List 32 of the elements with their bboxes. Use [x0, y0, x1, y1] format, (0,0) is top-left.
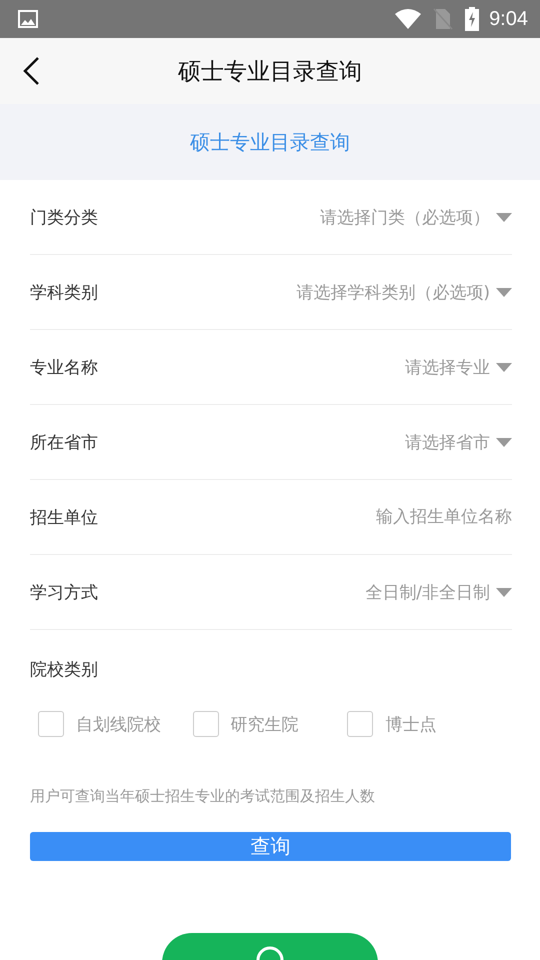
caret-icon	[496, 288, 512, 296]
no-sim-icon	[433, 8, 454, 30]
status-time: 9:04	[489, 8, 528, 30]
select-field[interactable]: 请选择门类（必选项）	[320, 206, 512, 228]
battery-icon	[465, 7, 480, 31]
checkbox-label: 自划线院校	[76, 714, 161, 736]
select-field[interactable]: 全日制/非全日制	[365, 580, 512, 604]
caret-icon	[496, 362, 512, 372]
caret-icon	[496, 212, 512, 222]
wifi-icon	[395, 9, 422, 29]
caret-icon	[496, 588, 512, 596]
checkbox[interactable]	[192, 711, 219, 737]
select-field[interactable]: 请选择省市	[405, 430, 512, 454]
select-field[interactable]: 请选择学科类别（必选项)	[296, 280, 512, 304]
checkbox[interactable]	[38, 711, 64, 737]
checkbox-label: 博士点	[385, 714, 436, 736]
field-label: 招生单位	[30, 506, 98, 528]
page-title: 硕士专业目录查询	[178, 58, 362, 86]
caret-icon	[496, 438, 512, 446]
select-field[interactable]: 请选择专业	[405, 356, 512, 378]
field-label: 学习方式	[30, 582, 98, 604]
banner-title: 硕士专业目录查询	[190, 128, 350, 156]
checkbox-label: 研究生院	[230, 714, 299, 736]
hint-text: 用户可查询当年硕士招生专业的考试范围及招生人数	[30, 787, 376, 806]
image-icon	[18, 10, 38, 28]
search-button[interactable]: 查询	[30, 832, 511, 861]
checkbox[interactable]	[347, 711, 374, 737]
field-label: 院校类别	[30, 660, 98, 680]
field-label: 学科类别	[30, 282, 98, 304]
field-label: 专业名称	[30, 356, 98, 378]
field-label: 所在省市	[30, 432, 98, 454]
field-label: 门类分类	[30, 206, 98, 228]
